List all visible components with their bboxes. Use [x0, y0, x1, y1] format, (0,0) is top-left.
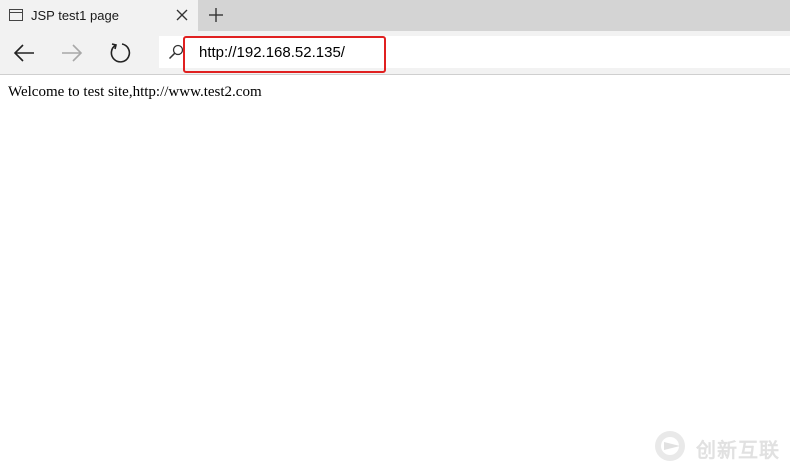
plus-icon[interactable] [207, 6, 225, 24]
page-icon [9, 9, 23, 21]
watermark-text: 创新互联 [696, 438, 780, 462]
watermark-icon [655, 431, 685, 461]
search-icon [168, 44, 184, 60]
tab-active[interactable]: JSP test1 page [0, 0, 198, 31]
url-highlight-box [183, 36, 386, 73]
watermark-logo: 创新互联 [652, 428, 786, 464]
tab-strip: JSP test1 page [0, 0, 790, 31]
close-icon[interactable] [175, 8, 189, 22]
forward-arrow-icon[interactable] [59, 40, 85, 66]
tab-title: JSP test1 page [31, 8, 119, 23]
back-arrow-icon[interactable] [11, 40, 37, 66]
page-content-text: Welcome to test site,http://www.test2.co… [8, 84, 262, 100]
navigation-bar: http://192.168.52.135/ [0, 31, 790, 75]
refresh-icon[interactable] [107, 40, 133, 66]
